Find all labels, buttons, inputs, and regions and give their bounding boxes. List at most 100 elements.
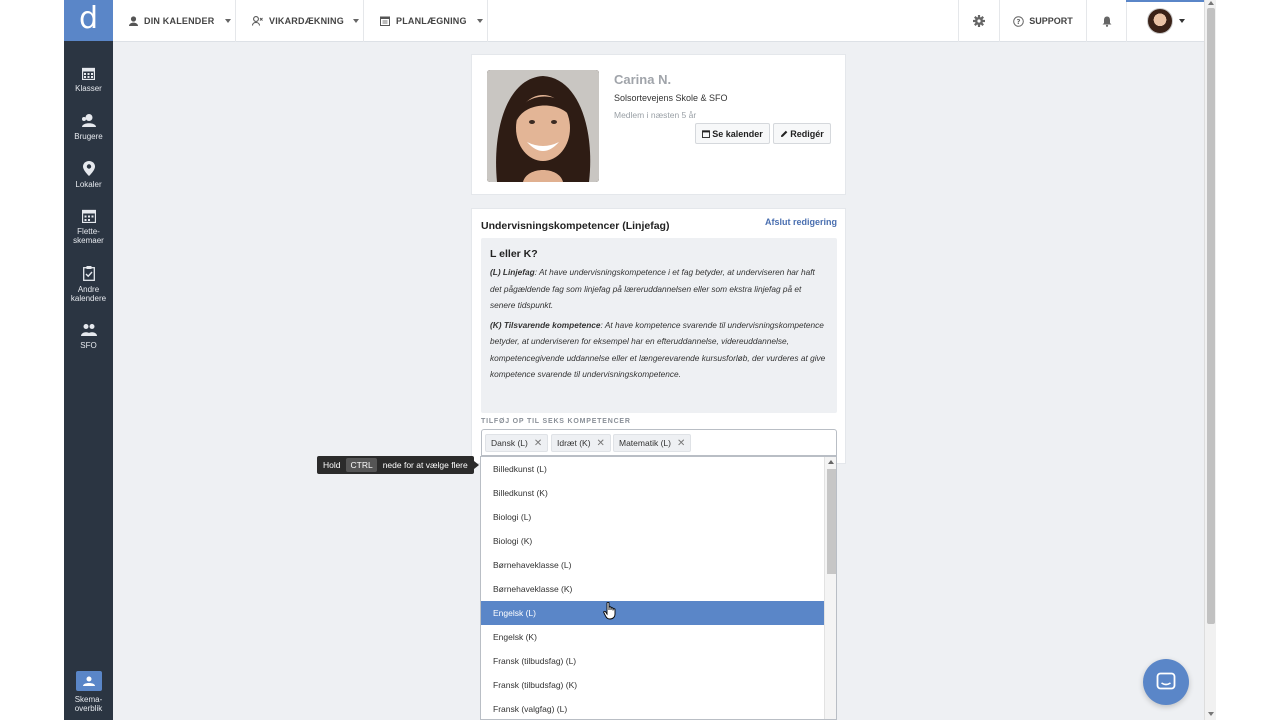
substitute-icon [252,16,263,26]
left-margin [0,0,64,720]
multi-select-tooltip: Hold CTRL nede for at vælge flere [317,456,479,474]
bell-icon [1102,16,1111,27]
pencil-icon [781,130,788,137]
list-item[interactable]: Fransk (valgfag) (L) [481,697,824,719]
competences-card: Undervisningskompetencer (Linjefag) Afsl… [471,208,846,464]
gear-icon [973,15,985,27]
chevron-down-icon [477,19,483,23]
list-item[interactable]: Biologi (K) [481,529,824,553]
calendar-icon [380,16,390,26]
edit-profile-button[interactable]: Redigér [773,123,831,144]
see-calendar-button[interactable]: Se kalender [695,123,770,144]
scroll-down-icon[interactable] [1208,712,1214,716]
profile-membership: Medlem i næsten 5 år [614,110,697,120]
sidebar-item-label: Skema-overblik [74,695,103,713]
remove-tag-icon[interactable]: ✕ [597,438,605,449]
sidebar-item-lokaler[interactable]: Lokaler [64,161,113,189]
topnav-label: PLANLÆGNING [396,16,467,26]
notifications-button[interactable] [1086,0,1126,42]
user-icon [129,16,138,26]
active-indicator [1126,0,1204,2]
sidebar-item-label: Klasser [75,84,102,93]
chevron-down-icon [1178,19,1185,23]
topnav-vikardaekning[interactable]: VIKARDÆKNING [236,0,364,42]
button-label: Redigér [790,128,824,139]
sidebar-item-fletteskemaer[interactable]: Flette-skemaer [64,209,113,245]
info-l-text: : At have undervisningskompetence i et f… [490,267,815,310]
map-pin-icon [82,161,95,176]
list-item[interactable]: Børnehaveklasse (K) [481,577,824,601]
chevron-down-icon [353,19,359,23]
remove-tag-icon[interactable]: ✕ [534,438,542,449]
list-item-highlighted[interactable]: Engelsk (L) [481,601,824,625]
clipboard-check-icon [82,266,95,281]
sidebar-item-klasser[interactable]: Klasser [64,67,113,93]
support-label: SUPPORT [1029,16,1073,26]
sidebar-item-sfo[interactable]: SFO [64,323,113,350]
info-l-term: (L) Linjefag [490,267,535,277]
info-tilsvarende: (K) Tilsvarende kompetence: At have komp… [490,317,828,383]
scrollbar-thumb[interactable] [1207,8,1215,624]
group-icon [80,324,97,336]
topnav-label: DIN KALENDER [144,16,215,26]
support-button[interactable]: ? SUPPORT [999,0,1086,42]
competence-select-input[interactable]: Dansk (L) ✕ Idræt (K) ✕ Matematik (L) ✕ [481,429,837,456]
competences-title: Undervisningskompetencer (Linjefag) [481,220,670,232]
info-k-term: (K) Tilsvarende kompetence [490,319,601,330]
sidebar-item-skemaoverblik[interactable]: Skema-overblik [64,671,113,713]
sidebar-item-brugere[interactable]: Brugere [64,113,113,141]
profile-photo [487,70,599,182]
users-icon [81,114,96,127]
list-item[interactable]: Børnehaveklasse (L) [481,553,824,577]
scroll-up-icon[interactable] [1208,1,1214,5]
right-margin [1216,0,1280,720]
chat-launcher-button[interactable] [1143,659,1189,705]
list-item[interactable]: Billedkunst (K) [481,481,824,505]
remove-tag-icon[interactable]: ✕ [677,438,685,449]
chat-icon [1156,672,1176,690]
sidebar-item-label: Flette-skemaer [73,227,104,245]
selected-tag: Matematik (L) ✕ [613,434,692,452]
app-logo[interactable]: d [64,0,113,41]
list-item[interactable]: Billedkunst (L) [481,457,824,481]
sidebar-item-label: SFO [80,341,97,350]
list-item[interactable]: Fransk (tilbudsfag) (L) [481,649,824,673]
sidebar [64,0,113,720]
profile-name: Carina N. [614,72,672,87]
chevron-down-icon [225,19,231,23]
hand-cursor-icon [603,601,617,625]
avatar [1146,8,1173,34]
user-menu[interactable] [1126,0,1204,42]
selected-tag: Idræt (K) ✕ [551,434,611,452]
topnav-planlaegning[interactable]: PLANLÆGNING [364,0,488,42]
competence-info-box: L eller K? (L) Linjefag: At have undervi… [481,238,837,413]
sidebar-item-label: Lokaler [75,180,102,189]
page-scrollbar[interactable] [1204,0,1216,720]
competence-options-list[interactable]: Billedkunst (L) Billedkunst (K) Biologi … [480,456,837,720]
topnav-label: VIKARDÆKNING [269,16,344,26]
svg-text:?: ? [1017,18,1021,26]
tag-label: Dansk (L) [491,438,528,448]
sidebar-item-label: Andre kalendere [70,285,107,303]
tooltip-suffix: nede for at vælge flere [382,460,468,470]
end-editing-link[interactable]: Afslut redigering [765,217,837,227]
tooltip-prefix: Hold [323,460,341,470]
info-linjefag: (L) Linjefag: At have undervisningskompe… [490,264,828,314]
add-competences-label: TILFØJ OP TIL SEKS KOMPETENCER [481,418,631,425]
list-item[interactable]: Fransk (tilbudsfag) (K) [481,673,824,697]
list-item[interactable]: Engelsk (K) [481,625,824,649]
selected-tag: Dansk (L) ✕ [485,434,549,452]
sidebar-item-andre-kalendere[interactable]: Andre kalendere [64,266,113,303]
tag-label: Idræt (K) [557,438,591,448]
profile-school: Solsortevejens Skole & SFO [614,93,728,103]
scroll-up-icon[interactable] [828,460,834,464]
dropdown-scrollbar[interactable] [824,457,836,719]
calendar-grid-icon [82,67,95,80]
info-heading: L eller K? [490,248,538,260]
profile-card: Carina N. Solsortevejens Skole & SFO Med… [471,54,846,195]
scrollbar-thumb[interactable] [827,469,836,574]
topnav-din-kalender[interactable]: DIN KALENDER [113,0,236,42]
settings-button[interactable] [958,0,999,42]
button-label: Se kalender [712,128,763,139]
list-item[interactable]: Biologi (L) [481,505,824,529]
